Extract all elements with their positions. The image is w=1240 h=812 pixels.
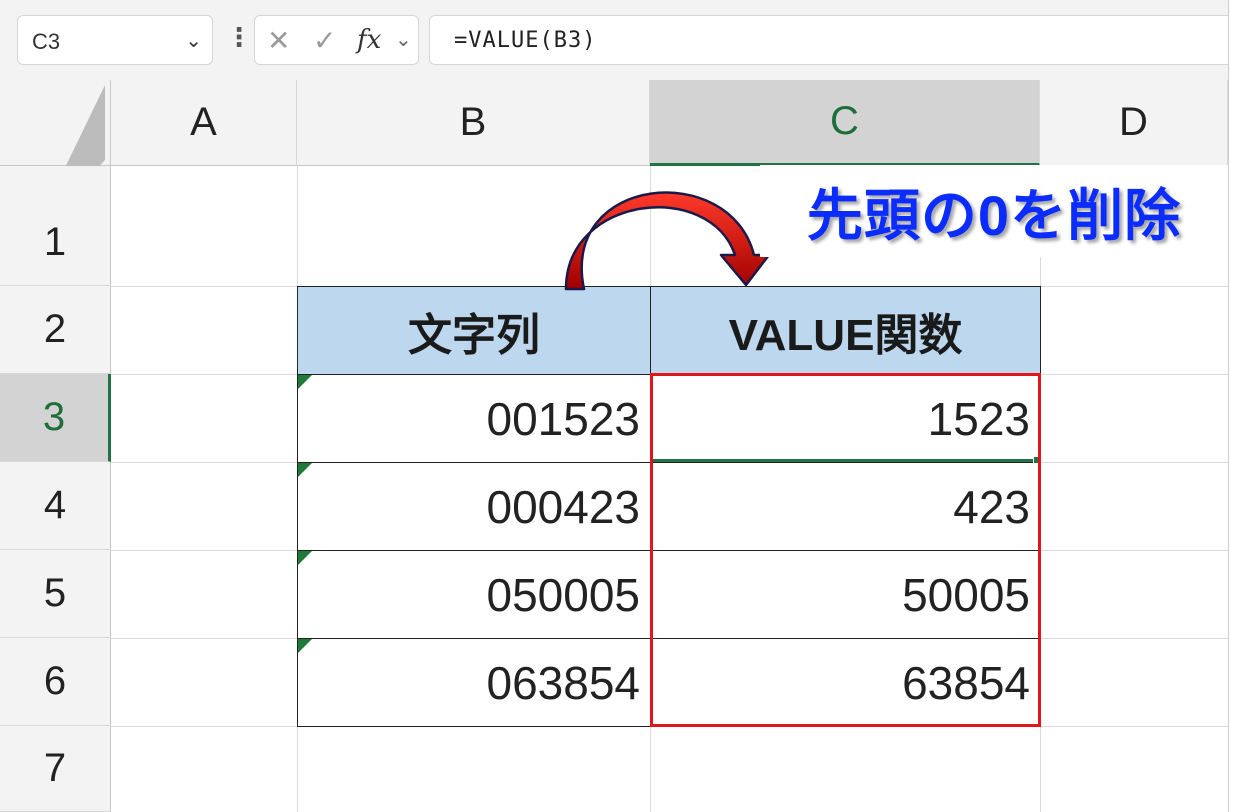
row-header-5[interactable]: 5: [0, 550, 111, 638]
error-indicator-icon[interactable]: [298, 463, 312, 477]
name-box-value: C3: [32, 29, 61, 54]
vertical-ellipsis-icon[interactable]: ⋮: [226, 22, 252, 58]
window-edge: [1228, 0, 1240, 812]
error-indicator-icon[interactable]: [298, 639, 312, 653]
row-header-6[interactable]: 6: [0, 638, 111, 726]
error-indicator-icon[interactable]: [298, 551, 312, 565]
row-header-7[interactable]: 7: [0, 726, 111, 812]
chevron-down-icon[interactable]: ⌄: [185, 28, 202, 53]
row-header-2[interactable]: 2: [0, 286, 111, 374]
cell-b3[interactable]: 001523: [297, 374, 651, 463]
cell-b6[interactable]: 063854: [297, 638, 651, 727]
curved-arrow-icon: [564, 191, 771, 291]
formula-text: =VALUE(B3): [454, 28, 597, 53]
highlight-box: [650, 373, 1041, 727]
annotation-callout: 先頭の0を削除: [760, 165, 1228, 257]
column-header-b[interactable]: B: [297, 80, 650, 166]
checkmark-icon[interactable]: ✓: [313, 24, 336, 57]
error-indicator-icon[interactable]: [298, 375, 312, 389]
chevron-down-icon[interactable]: ⌄: [395, 27, 412, 52]
row-header-1[interactable]: 1: [0, 166, 111, 286]
column-header-c[interactable]: C: [650, 80, 1040, 166]
row-header-3[interactable]: 3: [0, 374, 111, 462]
formula-controls: ✕ ✓ fx ⌄: [254, 15, 419, 65]
fx-icon[interactable]: fx: [357, 25, 381, 55]
close-icon[interactable]: ✕: [267, 24, 290, 57]
select-all-corner[interactable]: [0, 80, 111, 166]
cell-b4[interactable]: 000423: [297, 462, 651, 551]
column-header-d[interactable]: D: [1040, 80, 1228, 166]
column-header-a[interactable]: A: [111, 80, 297, 166]
name-box[interactable]: C3 ⌄: [17, 15, 213, 65]
cell-b5[interactable]: 050005: [297, 550, 651, 639]
formula-input[interactable]: =VALUE(B3): [429, 15, 1240, 65]
row-header-4[interactable]: 4: [0, 462, 111, 550]
